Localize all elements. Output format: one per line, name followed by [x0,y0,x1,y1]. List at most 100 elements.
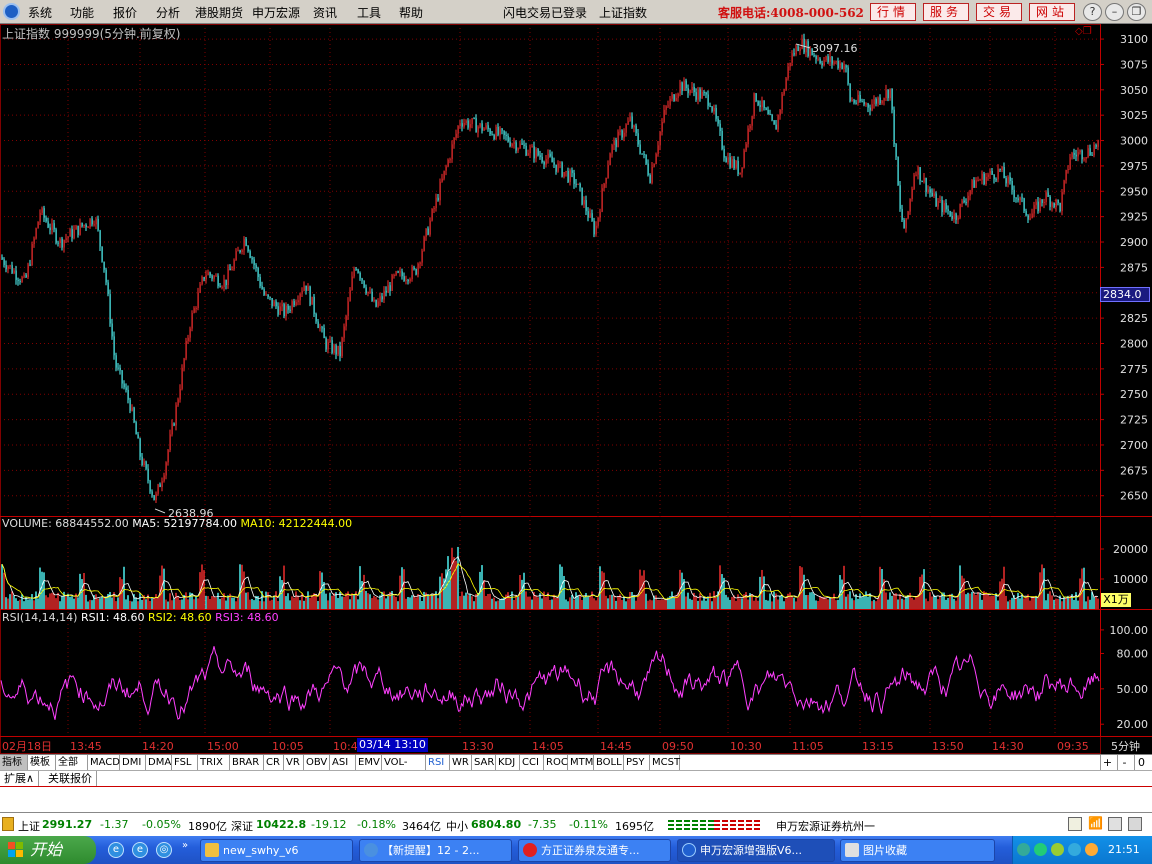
task-folder-new-swhy[interactable]: new_swhy_v6 [200,839,353,862]
candle-body [759,105,761,107]
task-reminder[interactable]: 【新提醒】12 - 2... [359,839,512,862]
candle-body [443,170,445,179]
chart-canvas[interactable]: 3100 3075 3050 3025 3000 2975 2950 2925 2900 2875… [0,24,1152,754]
sz-index-name[interactable]: 深证 [231,818,253,834]
website-button[interactable]: 网站 [1029,3,1075,21]
menu-system[interactable]: 系统 [28,4,52,21]
menu-tools[interactable]: 工具 [357,4,381,21]
candle-body [175,405,177,426]
tray-qq-icon[interactable] [1034,843,1047,856]
menu-analysis[interactable]: 分析 [156,4,180,21]
ie2-quicklaunch-icon[interactable]: e [132,842,148,858]
breadth-bar [700,824,706,826]
tray-expand-icon[interactable] [1017,843,1030,856]
zx-index-name[interactable]: 中小 [446,818,468,834]
menu-info[interactable]: 资讯 [313,4,337,21]
indicator-tab-sar[interactable]: SAR [472,755,496,771]
tray-play-icon[interactable] [1051,843,1064,856]
indicator-tab-macd[interactable]: MACD [88,755,120,771]
candle-body [937,200,939,207]
indicator-tab-asi[interactable]: ASI [330,755,356,771]
indicator-tab-emv[interactable]: EMV [356,755,382,771]
indicator-tab-0[interactable]: 指标 [0,755,28,771]
candle-body [71,229,73,239]
candle-body [833,62,835,64]
chart-corner-icons[interactable]: ◇❐ [1075,26,1092,37]
task-picture-collection[interactable]: 图片收藏 [840,839,995,862]
menu-function[interactable]: 功能 [70,4,94,21]
candle-body [199,284,201,293]
candle-body [1037,201,1039,212]
indicator-tab-fsl[interactable]: FSL [172,755,198,771]
indicator-tab-2[interactable]: 全部 [56,755,88,771]
indicator-tab-wr[interactable]: WR [450,755,472,771]
start-button[interactable]: 开始 [0,836,96,864]
tray-shield-icon[interactable] [1068,843,1081,856]
zoom-out-button[interactable]: - [1117,755,1131,771]
indicator-tab-dma[interactable]: DMA [146,755,172,771]
indicator-tab-voltdx[interactable]: VOL-TDX [382,755,426,784]
service-button[interactable]: 服务 [923,3,969,21]
menu-help[interactable]: 帮助 [399,4,423,21]
ie-quicklaunch-icon[interactable]: e [108,842,124,858]
indicator-tab-cr[interactable]: CR [264,755,284,771]
expand-button[interactable]: 扩展∧ [0,771,40,787]
candle-body [721,131,723,150]
indicator-tab-obv[interactable]: OBV [304,755,330,771]
indicator-tab-mtm[interactable]: MTM [568,755,594,771]
notepad-icon[interactable] [1068,817,1082,831]
app-logo-icon[interactable] [3,3,20,20]
calculator-icon[interactable] [1128,817,1142,831]
indicator-tab-dmi[interactable]: DMI [120,755,146,771]
candle-body [11,265,13,274]
candle-body [1043,201,1045,204]
task-founder-securities[interactable]: 方正证券泉友通专... [518,839,671,862]
kline-chart-area[interactable]: 3100 3075 3050 3025 3000 2975 2950 2925 2900 2875… [0,24,1152,754]
indicator-tab-1[interactable]: 模板 [28,755,56,771]
candle-body [957,217,959,220]
candle-body [725,157,727,163]
trade-button[interactable]: 交易 [976,3,1022,21]
period-label[interactable]: 5分钟 [1111,738,1140,754]
indicator-tab-brar[interactable]: BRAR [230,755,264,771]
restore-icon[interactable]: ❐ [1127,3,1146,21]
candle-body [369,291,371,293]
candle-body [587,211,589,218]
indicator-tab-roc[interactable]: ROC [544,755,568,771]
candle-body [757,101,759,106]
indicator-tab-kdj[interactable]: KDJ [496,755,520,771]
indicator-tab-boll[interactable]: BOLL [594,755,624,771]
indicator-tab-vr[interactable]: VR [284,755,304,771]
candle-body [685,80,687,89]
task-shenwan-v6[interactable]: 申万宏源增强版V6... [677,839,835,862]
tray-volume-icon[interactable] [1085,843,1098,856]
indicator-tab-cci[interactable]: CCI [520,755,544,771]
zoom-in-button[interactable]: + [1100,755,1114,771]
candle-body [903,219,905,229]
minimize-icon[interactable]: – [1105,3,1124,21]
signal-icon[interactable]: 📶 [1088,816,1103,830]
candle-body [105,269,107,283]
candle-body [753,93,755,117]
candle-body [383,290,385,300]
keyboard-icon[interactable] [1108,817,1122,831]
candle-body [507,135,509,142]
menu-shenwan[interactable]: 申万宏源 [252,4,300,21]
indicator-tab-rsi[interactable]: RSI [426,755,450,771]
related-quotes-tab[interactable]: 关联报价 [44,771,97,787]
lock-icon[interactable] [2,817,14,831]
indicator-tab-psy[interactable]: PSY [624,755,650,771]
reset-button[interactable]: 0 [1134,755,1148,771]
candle-body [329,340,331,342]
browser-quicklaunch-icon[interactable]: ◎ [156,842,172,858]
quote-button[interactable]: 行情 [870,3,916,21]
sh-index-name[interactable]: 上证 [18,818,40,834]
menu-quote[interactable]: 报价 [113,4,137,21]
candle-body [465,120,467,123]
help-icon[interactable]: ? [1083,3,1102,21]
quicklaunch-expand-icon[interactable]: » [182,840,188,851]
price-tick-label: 2925 [1120,211,1148,224]
indicator-tab-mcst[interactable]: MCST [650,755,680,771]
indicator-tab-trix[interactable]: TRIX [198,755,230,771]
menu-hk-futures[interactable]: 港股期货 [195,4,243,21]
